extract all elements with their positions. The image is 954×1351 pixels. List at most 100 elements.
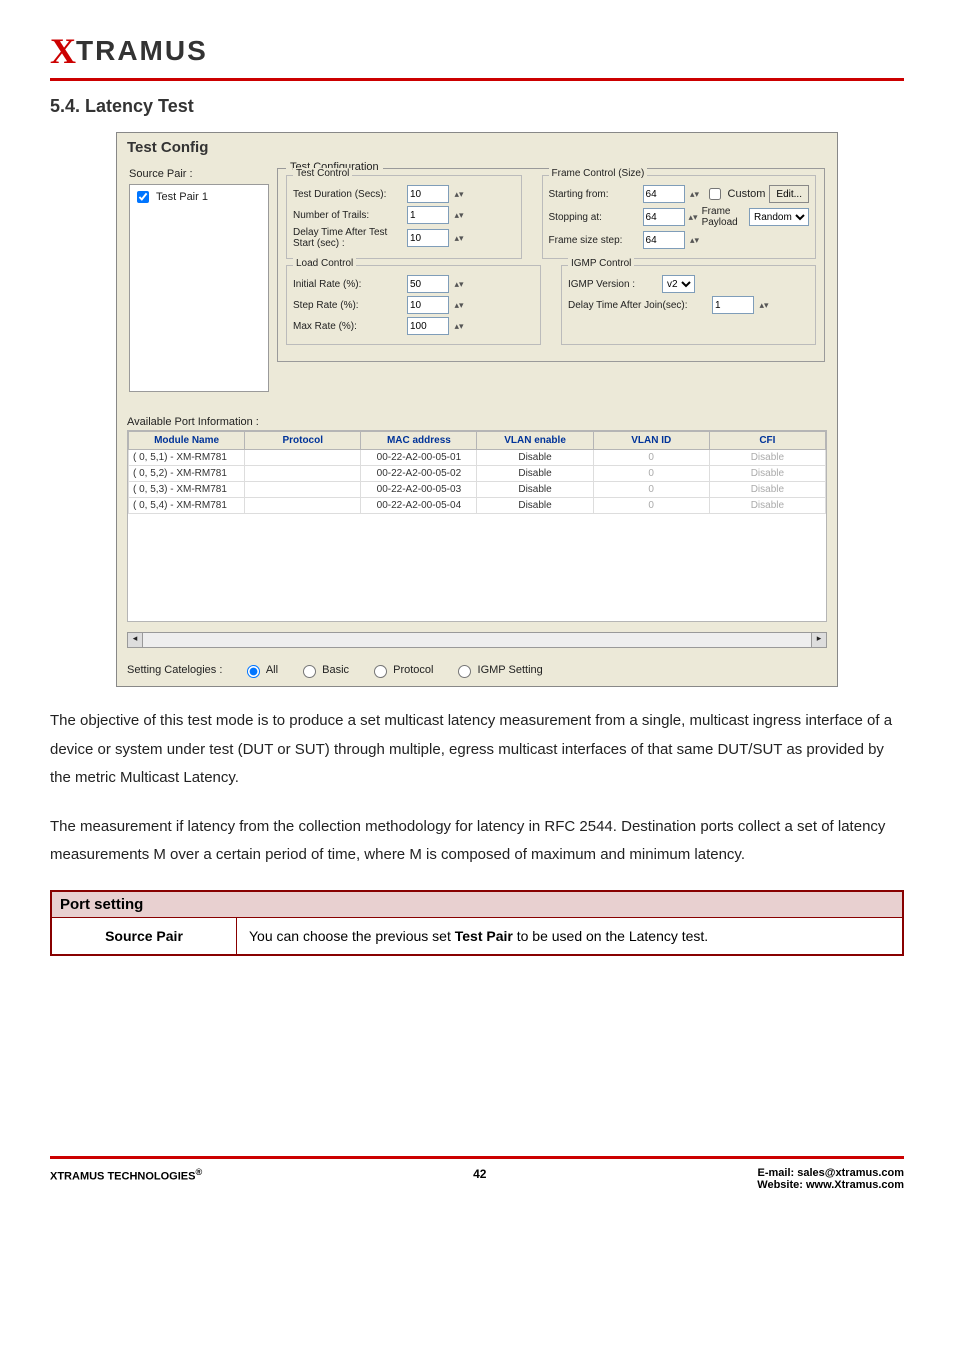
footer-left: XTRAMUS TECHNOLOGIES® bbox=[50, 1167, 202, 1183]
trails-input[interactable] bbox=[407, 206, 449, 224]
radio-protocol-input[interactable] bbox=[374, 665, 387, 678]
scroll-left-icon[interactable]: ◂ bbox=[128, 633, 143, 647]
cell-mac: 00-22-A2-00-05-04 bbox=[361, 498, 477, 514]
spinner-icon[interactable]: ▴▾ bbox=[689, 235, 701, 246]
footer-page-number: 42 bbox=[473, 1167, 486, 1181]
igmp-version-label: IGMP Version : bbox=[568, 279, 658, 290]
cell-protocol bbox=[245, 450, 361, 466]
table-row[interactable]: ( 0, 5,3) - XM-RM78100-22-A2-00-05-03Dis… bbox=[129, 482, 826, 498]
scroll-right-icon[interactable]: ▸ bbox=[811, 633, 826, 647]
igmp-delay-input[interactable] bbox=[712, 296, 754, 314]
spinner-icon[interactable]: ▴▾ bbox=[453, 279, 465, 290]
igmp-delay-label: Delay Time After Join(sec): bbox=[568, 300, 708, 311]
radio-basic-input[interactable] bbox=[303, 665, 316, 678]
step-rate-input[interactable] bbox=[407, 296, 449, 314]
spinner-icon[interactable]: ▴▾ bbox=[689, 212, 698, 223]
table-row[interactable]: ( 0, 5,4) - XM-RM78100-22-A2-00-05-04Dis… bbox=[129, 498, 826, 514]
page-footer: XTRAMUS TECHNOLOGIES® 42 E-mail: sales@x… bbox=[50, 1156, 904, 1191]
source-pair-item[interactable]: Test Pair 1 bbox=[133, 188, 265, 206]
load-control-fieldset: Load Control Initial Rate (%): ▴▾ Step R… bbox=[286, 265, 541, 345]
edit-button[interactable]: Edit... bbox=[769, 185, 809, 203]
frame-step-input[interactable] bbox=[643, 231, 685, 249]
delay-start-label: Delay Time After Test Start (sec) : bbox=[293, 227, 403, 249]
table-row[interactable]: ( 0, 5,2) - XM-RM781 00-22-A2-00-05-02Dis… bbox=[129, 466, 826, 482]
footer-right: E-mail: sales@xtramus.com Website: www.X… bbox=[757, 1167, 904, 1191]
cell-vlan-id: 0 bbox=[593, 498, 709, 514]
frame-control-fieldset: Frame Control (Size) Starting from: ▴▾ C… bbox=[542, 175, 816, 259]
setting-categories-row: Setting Catelogies : All Basic Protocol … bbox=[117, 658, 837, 686]
cell-module: ( 0, 5,2) - XM-RM781 bbox=[129, 466, 245, 482]
frame-control-legend: Frame Control (Size) bbox=[549, 168, 648, 179]
initial-rate-input[interactable] bbox=[407, 275, 449, 293]
cell-vlan-enable: Disable bbox=[477, 450, 593, 466]
cell-protocol bbox=[245, 482, 361, 498]
port-setting-table: Port setting Source Pair You can choose … bbox=[50, 890, 904, 956]
radio-all[interactable]: All bbox=[242, 662, 278, 678]
th-protocol[interactable]: Protocol bbox=[245, 432, 361, 450]
radio-protocol[interactable]: Protocol bbox=[369, 662, 433, 678]
start-from-input[interactable] bbox=[643, 185, 685, 203]
th-mac[interactable]: MAC address bbox=[361, 432, 477, 450]
spinner-icon[interactable]: ▴▾ bbox=[453, 233, 465, 244]
test-configuration-fieldset: Test Configuration Test Control Test Dur… bbox=[277, 168, 825, 362]
radio-igmp-input[interactable] bbox=[458, 665, 471, 678]
test-control-legend: Test Control bbox=[293, 168, 352, 179]
cell-protocol bbox=[245, 498, 361, 514]
igmp-control-fieldset: IGMP Control IGMP Version : v2 Delay Tim… bbox=[561, 265, 816, 345]
stopping-at-label: Stopping at: bbox=[549, 212, 639, 223]
pair-checkbox[interactable] bbox=[137, 191, 149, 203]
cell-mac: 00-22-A2-00-05-02 bbox=[361, 466, 477, 482]
radio-igmp[interactable]: IGMP Setting bbox=[453, 662, 542, 678]
th-vlan-enable[interactable]: VLAN enable bbox=[477, 432, 593, 450]
stopping-at-input[interactable] bbox=[643, 208, 685, 226]
h-scrollbar[interactable]: ◂ ▸ bbox=[127, 632, 827, 648]
logo: XTRAMUS bbox=[50, 30, 904, 72]
max-rate-input[interactable] bbox=[407, 317, 449, 335]
cell-module: ( 0, 5,4) - XM-RM781 bbox=[129, 498, 245, 514]
test-duration-label: Test Duration (Secs): bbox=[293, 189, 403, 200]
spinner-icon[interactable]: ▴▾ bbox=[453, 321, 465, 332]
spinner-icon[interactable]: ▴▾ bbox=[453, 189, 465, 200]
start-from-label: Starting from: bbox=[549, 189, 639, 200]
cell-vlan-enable: Disable bbox=[477, 482, 593, 498]
port-table: Module Name Protocol MAC address VLAN en… bbox=[128, 431, 826, 514]
test-duration-input[interactable] bbox=[407, 185, 449, 203]
cell-cfi: Disable bbox=[709, 450, 825, 466]
source-pair-cell-label: Source Pair bbox=[51, 917, 237, 955]
screenshot-title: Test Config bbox=[117, 133, 837, 162]
radio-all-input[interactable] bbox=[247, 665, 260, 678]
cell-mac: 00-22-A2-00-05-03 bbox=[361, 482, 477, 498]
spinner-icon[interactable]: ▴▾ bbox=[453, 210, 465, 221]
cell-protocol bbox=[245, 466, 361, 482]
source-pair-list: Test Pair 1 bbox=[129, 184, 269, 392]
radio-basic[interactable]: Basic bbox=[298, 662, 349, 678]
table-row[interactable]: ( 0, 5,1) - XM-RM78100-22-A2-00-05-01Dis… bbox=[129, 450, 826, 466]
cell-cfi: Disable bbox=[709, 482, 825, 498]
custom-label: Custom bbox=[728, 188, 766, 200]
spinner-icon[interactable]: ▴▾ bbox=[453, 300, 465, 311]
cell-cfi: Disable bbox=[709, 498, 825, 514]
spinner-icon[interactable]: ▴▾ bbox=[689, 189, 701, 200]
th-module[interactable]: Module Name bbox=[129, 432, 245, 450]
frame-payload-select[interactable]: Random bbox=[749, 208, 809, 226]
test-control-fieldset: Test Control Test Duration (Secs): ▴▾ Nu… bbox=[286, 175, 522, 259]
paragraph-2: The measurement if latency from the coll… bbox=[50, 813, 904, 870]
th-cfi[interactable]: CFI bbox=[709, 432, 825, 450]
delay-start-input[interactable] bbox=[407, 229, 449, 247]
th-vlan-id[interactable]: VLAN ID bbox=[593, 432, 709, 450]
spinner-icon[interactable]: ▴▾ bbox=[758, 300, 770, 311]
trails-label: Number of Trails: bbox=[293, 210, 403, 221]
paragraph-1: The objective of this test mode is to pr… bbox=[50, 707, 904, 793]
logo-x: X bbox=[50, 31, 76, 71]
pair-label: Test Pair 1 bbox=[156, 191, 208, 203]
frame-payload-label: Frame Payload bbox=[702, 206, 745, 228]
custom-checkbox[interactable] bbox=[709, 188, 721, 200]
cell-vlan-enable: Disable bbox=[477, 466, 593, 482]
port-table-wrap: Module Name Protocol MAC address VLAN en… bbox=[127, 430, 827, 622]
igmp-version-select[interactable]: v2 bbox=[662, 275, 695, 293]
cell-module: ( 0, 5,1) - XM-RM781 bbox=[129, 450, 245, 466]
section-title: 5.4. Latency Test bbox=[50, 96, 904, 117]
cell-vlan-enable: Disable bbox=[477, 498, 593, 514]
igmp-control-legend: IGMP Control bbox=[568, 258, 634, 269]
cell-vlan-id: 0 bbox=[593, 466, 709, 482]
